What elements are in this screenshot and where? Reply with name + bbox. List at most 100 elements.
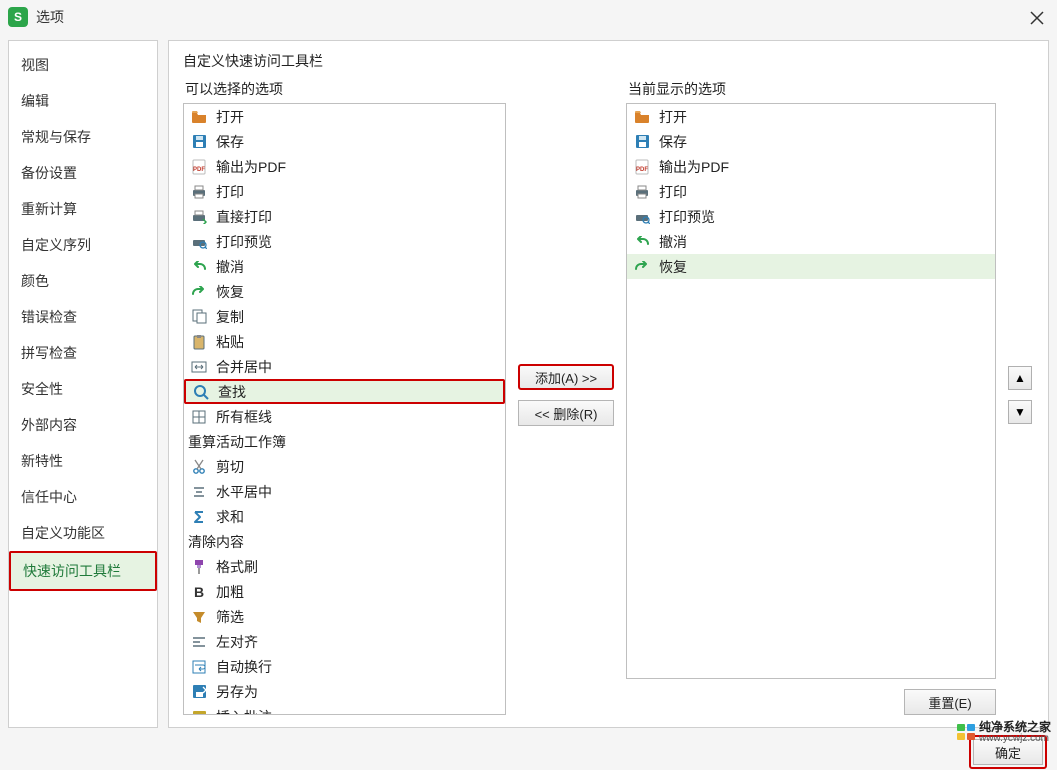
print-direct-icon [190,208,208,226]
current-row-0[interactable]: 打开 [627,104,995,129]
available-row-label: 直接打印 [216,207,272,227]
sidebar-item-7[interactable]: 错误检查 [9,299,157,335]
folder-open-icon [190,108,208,126]
sidebar-item-label: 自定义功能区 [21,525,105,541]
sidebar-item-8[interactable]: 拼写检查 [9,335,157,371]
current-column: 当前显示的选项 打开保存PDF输出为PDF打印打印预览撤消恢复 重置(E) [626,75,996,715]
redo-icon [190,283,208,301]
available-row-label: 粘贴 [216,332,244,352]
available-row-11[interactable]: 查找 [184,379,505,404]
reset-button[interactable]: 重置(E) [904,689,996,715]
available-row-label: 恢复 [216,282,244,302]
svg-text:PDF: PDF [636,167,648,173]
available-row-12[interactable]: 所有框线 [184,404,505,429]
available-row-label: 复制 [216,307,244,327]
sidebar-item-5[interactable]: 自定义序列 [9,227,157,263]
redo-icon [633,258,651,276]
current-row-5[interactable]: 撤消 [627,229,995,254]
svg-text:B: B [194,585,204,599]
available-row-7[interactable]: 恢复 [184,279,505,304]
available-row-9[interactable]: 粘贴 [184,329,505,354]
current-row-1[interactable]: 保存 [627,129,995,154]
current-row-3[interactable]: 打印 [627,179,995,204]
available-row-19[interactable]: B 加粗 [184,579,505,604]
close-button[interactable] [1025,6,1049,30]
available-row-22[interactable]: 自动换行 [184,654,505,679]
filter-icon [190,608,208,626]
sum-icon [190,508,208,526]
current-row-6[interactable]: 恢复 [627,254,995,279]
available-row-15[interactable]: 水平居中 [184,479,505,504]
format-painter-icon [190,558,208,576]
pdf-icon: PDF [190,158,208,176]
updown-buttons: ▲ ▼ [1006,75,1034,715]
current-list[interactable]: 打开保存PDF输出为PDF 打印打印预览撤消恢复 [626,103,996,679]
pdf-icon: PDF [633,158,651,176]
available-row-label: 剪切 [216,457,244,477]
paste-icon [190,333,208,351]
sidebar-item-4[interactable]: 重新计算 [9,191,157,227]
footer: 确定 纯净系统之家 www.ycwjz.com [0,734,1057,770]
sidebar-item-12[interactable]: 信任中心 [9,479,157,515]
available-row-label: 格式刷 [216,557,258,577]
available-row-18[interactable]: 格式刷 [184,554,505,579]
sidebar-item-6[interactable]: 颜色 [9,263,157,299]
available-row-label: 保存 [216,132,244,152]
sidebar-item-label: 自定义序列 [21,237,91,253]
comment-icon [190,708,208,716]
available-row-24[interactable]: 插入批注 [184,704,505,715]
available-row-label: 水平居中 [216,482,272,502]
sidebar-item-label: 错误检查 [21,309,77,325]
available-row-10[interactable]: 合并居中 [184,354,505,379]
sidebar-item-11[interactable]: 新特性 [9,443,157,479]
available-row-23[interactable]: 另存为 [184,679,505,704]
available-row-14[interactable]: 剪切 [184,454,505,479]
available-row-2[interactable]: PDF输出为PDF [184,154,505,179]
sidebar-item-14[interactable]: 快速访问工具栏 [9,551,157,591]
sidebar-item-9[interactable]: 安全性 [9,371,157,407]
remove-button[interactable]: << 删除(R) [518,400,614,426]
move-up-button[interactable]: ▲ [1008,366,1032,390]
sidebar-item-0[interactable]: 视图 [9,47,157,83]
sidebar-item-10[interactable]: 外部内容 [9,407,157,443]
available-row-17[interactable]: 清除内容 [184,529,505,554]
available-row-21[interactable]: 左对齐 [184,629,505,654]
current-row-2[interactable]: PDF输出为PDF [627,154,995,179]
available-row-3[interactable]: 打印 [184,179,505,204]
available-row-4[interactable]: 直接打印 [184,204,505,229]
sidebar-item-1[interactable]: 编辑 [9,83,157,119]
available-row-6[interactable]: 撤消 [184,254,505,279]
current-row-label: 撤消 [659,232,687,252]
align-center-h-icon [190,483,208,501]
undo-icon [633,233,651,251]
available-row-label: 清除内容 [188,532,244,552]
move-down-button[interactable]: ▼ [1008,400,1032,424]
available-list[interactable]: 打开保存PDF输出为PDF打印直接打印打印预览撤消恢复复制粘贴合并居中查找所有框… [183,103,506,715]
available-row-label: 求和 [216,507,244,527]
available-row-8[interactable]: 复制 [184,304,505,329]
available-row-5[interactable]: 打印预览 [184,229,505,254]
available-row-label: 加粗 [216,582,244,602]
sidebar-item-label: 新特性 [21,453,63,469]
sidebar-item-2[interactable]: 常规与保存 [9,119,157,155]
sidebar-item-label: 视图 [21,57,49,73]
sidebar-item-13[interactable]: 自定义功能区 [9,515,157,551]
current-row-4[interactable]: 打印预览 [627,204,995,229]
sidebar-item-3[interactable]: 备份设置 [9,155,157,191]
available-label: 可以选择的选项 [183,75,506,103]
available-row-0[interactable]: 打开 [184,104,505,129]
up-arrow-icon: ▲ [1014,371,1026,385]
current-row-label: 打印 [659,182,687,202]
add-button[interactable]: 添加(A) >> [518,364,614,390]
ok-button[interactable]: 确定 [973,739,1043,765]
borders-icon [190,408,208,426]
find-icon [192,383,210,401]
folder-open-icon [633,108,651,126]
available-row-20[interactable]: 筛选 [184,604,505,629]
available-row-1[interactable]: 保存 [184,129,505,154]
available-row-16[interactable]: 求和 [184,504,505,529]
available-row-label: 打印预览 [216,232,272,252]
available-row-13[interactable]: 重算活动工作簿 [184,429,505,454]
print-icon [633,183,651,201]
sidebar-item-label: 拼写检查 [21,345,77,361]
